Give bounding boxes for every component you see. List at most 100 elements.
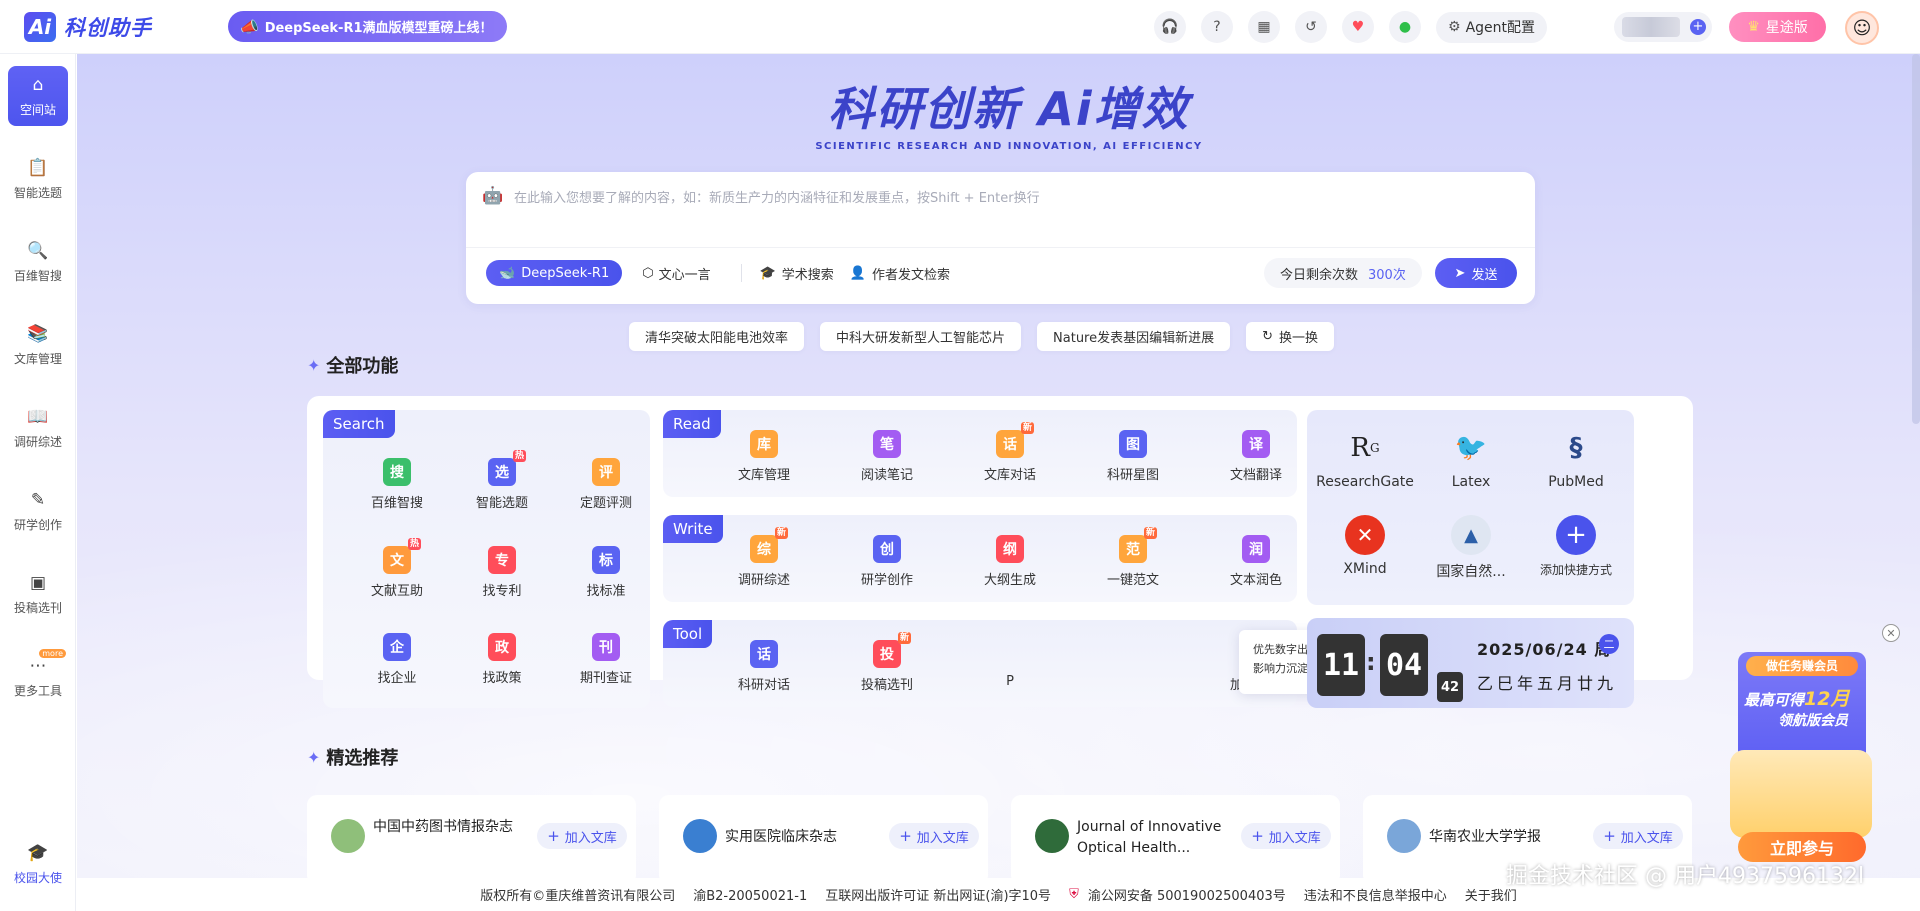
func-item-enterprise[interactable]: 企 找企业 xyxy=(352,633,442,686)
add-to-library-button[interactable]: + 加入文库 xyxy=(1593,823,1683,849)
read-block-label: Read xyxy=(663,410,721,438)
func-icon: 译 xyxy=(1242,430,1270,458)
author-search-button[interactable]: 👤 作者发文检索 xyxy=(850,260,950,286)
sidebar-item-library[interactable]: 📚 文库管理 xyxy=(8,315,68,375)
refresh-button[interactable]: ↻ 换一换 xyxy=(1246,322,1335,351)
history-icon[interactable]: ↺ xyxy=(1295,11,1327,43)
func-item-journal-check[interactable]: 刊 期刊查证 xyxy=(561,633,651,686)
sidebar-item-writing[interactable]: ✎ 研学创作 xyxy=(8,481,68,541)
megaphone-icon: 📣 xyxy=(240,17,259,36)
func-item-topic-selection[interactable]: 选热 智能选题 xyxy=(457,450,547,511)
link-xmind[interactable]: ✕ XMind xyxy=(1315,515,1415,577)
academic-search-button[interactable]: 🎓 学术搜索 xyxy=(760,260,834,286)
sidebar-item-survey[interactable]: 📖 调研综述 xyxy=(8,398,68,458)
add-to-library-button[interactable]: + 加入文库 xyxy=(1241,823,1331,849)
func-label: 科研星图 xyxy=(1106,468,1159,483)
add-to-library-button[interactable]: + 加入文库 xyxy=(889,823,979,849)
journal-card[interactable]: 中国中药图书情报杂志 +加入文库 2025-06-01 3206 xyxy=(307,795,636,878)
func-label: 找企业 xyxy=(377,671,417,686)
link-nsfc[interactable]: ▲ 国家自然... xyxy=(1421,515,1521,581)
suggestion-chip[interactable]: Nature发表基因编辑新进展 xyxy=(1037,322,1231,351)
func-item-patent[interactable]: 专 找专利 xyxy=(457,546,547,599)
func-item-sample-essay[interactable]: 范新 一键范文 xyxy=(1088,527,1178,588)
app-name: 科创助手 xyxy=(64,15,152,40)
task-promo-ad[interactable]: ✕ 做任务赚会员 最高可得12月 领航版会员 立即参与 xyxy=(1722,624,1900,870)
func-item-library-chat[interactable]: 话新 文库对话 xyxy=(965,422,1055,483)
func-item-survey[interactable]: 综新 调研综述 xyxy=(719,527,809,588)
journal-title: Journal of Innovative Optical Health... xyxy=(1077,819,1222,856)
plus-icon: + xyxy=(1603,827,1616,845)
user-account-pill[interactable]: + xyxy=(1614,12,1712,42)
suggestion-chip[interactable]: 中科大研发新型人工智能芯片 xyxy=(820,322,1022,351)
func-item-writing[interactable]: 创 研学创作 xyxy=(842,535,932,588)
func-item-reading-notes[interactable]: 笔 阅读笔记 xyxy=(842,430,932,483)
footer-report[interactable]: 违法和不良信息举报中心 xyxy=(1304,885,1447,904)
send-button[interactable]: ➤ 发送 xyxy=(1435,258,1517,288)
journal-card[interactable]: Journal of Innovative Optical Health... … xyxy=(1011,795,1340,878)
refresh-label: 换一换 xyxy=(1279,331,1319,346)
func-item-research-map[interactable]: 图 科研星图 xyxy=(1088,430,1178,483)
promo-banner[interactable]: 📣 DeepSeek-R1满血版模型重磅上线！ xyxy=(228,11,507,42)
sidebar-item-space-station[interactable]: ⌂ 空间站 xyxy=(8,66,68,126)
func-item-literature-help[interactable]: 文热 文献互助 xyxy=(352,538,442,599)
clock-minute: 04 xyxy=(1380,634,1428,696)
link-researchgate[interactable]: RG ResearchGate xyxy=(1315,428,1415,490)
plus-icon[interactable]: + xyxy=(1690,19,1706,35)
search-input[interactable] xyxy=(514,182,1494,214)
link-latex[interactable]: 🐦 Latex xyxy=(1421,428,1521,490)
footer-license[interactable]: 互联网出版许可证 新出网证(渝)字10号 xyxy=(825,885,1051,904)
func-item-submission[interactable]: 投新 投稿选刊 xyxy=(842,632,932,693)
sidebar-item-label: 智能选题 xyxy=(13,185,62,200)
vip-button[interactable]: ♛ 星途版 xyxy=(1729,12,1826,42)
link-label: PubMed xyxy=(1548,474,1604,490)
wechat-icon[interactable]: ● xyxy=(1389,11,1421,43)
func-item-library[interactable]: 库 文库管理 xyxy=(719,430,809,483)
add-shortcut-button[interactable]: + 添加快捷方式 xyxy=(1526,515,1626,578)
func-item-outline[interactable]: 纲 大纲生成 xyxy=(965,535,1055,588)
headset-icon[interactable]: 🎧 xyxy=(1154,11,1186,43)
plus-icon: + xyxy=(1556,515,1596,555)
clock-second: 42 xyxy=(1437,672,1463,702)
scrollbar[interactable] xyxy=(1912,54,1920,424)
sidebar-item-campus-ambassador[interactable]: 🎓 校园大使 xyxy=(8,834,68,894)
func-item-partial[interactable]: P xyxy=(965,640,1055,689)
sidebar-item-label: 文库管理 xyxy=(13,351,62,366)
func-label: 期刊查证 xyxy=(579,671,632,686)
close-icon[interactable]: ✕ xyxy=(1882,624,1900,642)
func-label: 调研综述 xyxy=(737,573,790,588)
link-label: 国家自然... xyxy=(1436,564,1506,580)
hot-badge: 热 xyxy=(512,450,526,462)
model-deepseek-button[interactable]: 🐋 DeepSeek-R1 xyxy=(486,260,623,286)
search-divider xyxy=(466,247,1535,248)
link-pubmed[interactable]: § PubMed xyxy=(1526,428,1626,490)
func-icon: 投新 xyxy=(873,632,911,668)
func-item-smart-search[interactable]: 搜 百维智搜 xyxy=(352,458,442,511)
func-item-research-chat[interactable]: 话 科研对话 xyxy=(719,640,809,693)
sidebar-item-submission[interactable]: ▣ 投稿选刊 xyxy=(8,564,68,624)
journal-card[interactable]: 实用医院临床杂志 +加入文库 2025-06-01 2059 xyxy=(659,795,988,878)
footer-police[interactable]: 渝公网安备 50019002500403号 xyxy=(1088,885,1286,904)
footer-icp[interactable]: 渝B2-20050021-1 xyxy=(693,885,807,904)
func-item-policy[interactable]: 政 找政策 xyxy=(457,633,547,686)
func-item-doc-translate[interactable]: 译 文档翻译 xyxy=(1211,430,1301,483)
func-label: 投稿选刊 xyxy=(860,678,913,693)
func-item-polish[interactable]: 润 文本润色 xyxy=(1211,535,1301,588)
watermark: 掘金技术社区 @ 用户4937596132l xyxy=(1506,864,1865,889)
func-item-topic-eval[interactable]: 评 定题评测 xyxy=(561,458,651,511)
suggestion-chip[interactable]: 清华突破太阳能电池效率 xyxy=(629,322,805,351)
func-item-standard[interactable]: 标 找标准 xyxy=(561,546,651,599)
sidebar-item-topic-selection[interactable]: 📋 智能选题 xyxy=(8,149,68,209)
calendar-icon[interactable]: ▦ xyxy=(1248,11,1280,43)
help-icon[interactable]: ? xyxy=(1201,11,1233,43)
sidebar-item-label: 空间站 xyxy=(19,102,56,117)
agent-config-button[interactable]: ⚙ Agent配置 xyxy=(1436,11,1548,43)
func-icon: 笔 xyxy=(873,430,901,458)
add-to-library-button[interactable]: + 加入文库 xyxy=(537,823,627,849)
model-wenxin-button[interactable]: ⬡ 文心一言 xyxy=(630,260,722,286)
tool-block-label: Tool xyxy=(663,620,713,648)
sidebar-item-more-tools[interactable]: more ⋯ 更多工具 xyxy=(8,647,68,707)
app-logo[interactable]: Ai 科创助手 xyxy=(24,11,210,42)
heart-rate-icon[interactable]: ♥ xyxy=(1342,11,1374,43)
avatar[interactable]: ☺ xyxy=(1845,11,1879,45)
sidebar-item-smart-search[interactable]: 🔍 百维智搜 xyxy=(8,232,68,292)
